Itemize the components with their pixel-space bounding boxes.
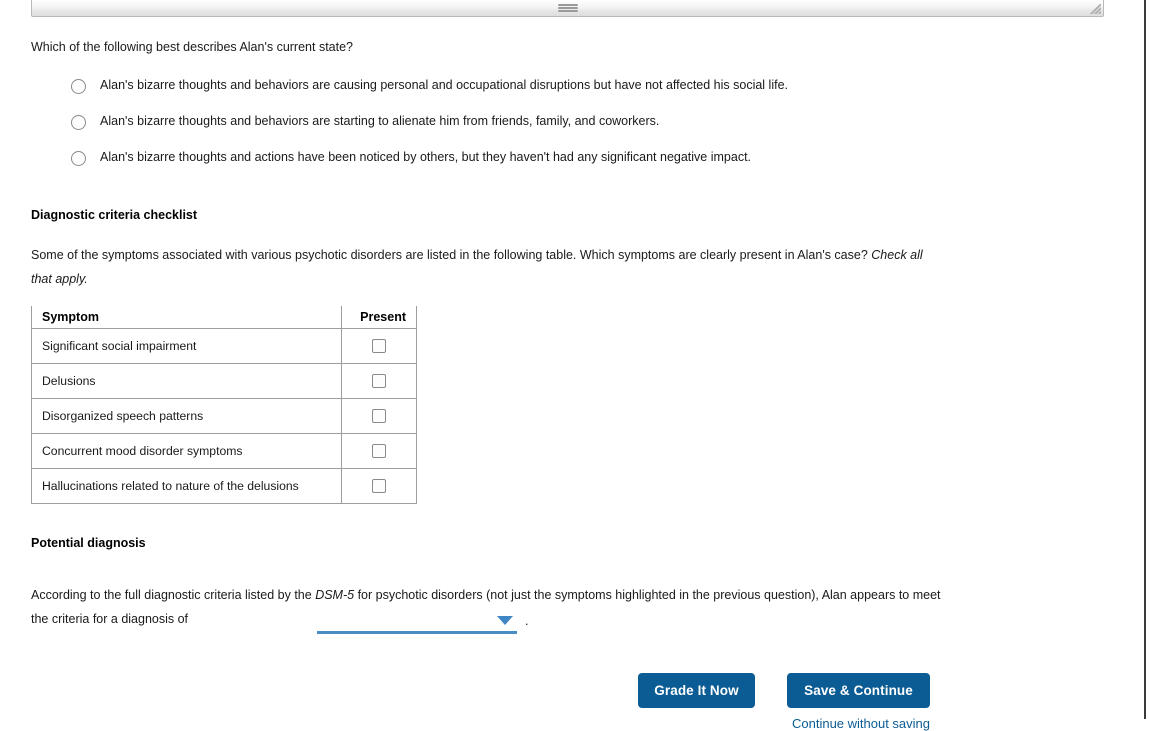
radio-option-2[interactable]: Alan's bizarre thoughts and behaviors ar… bbox=[71, 113, 1071, 149]
radio-option-group: Alan's bizarre thoughts and behaviors ar… bbox=[71, 77, 1071, 185]
symptom-table: Symptom Present Significant social impai… bbox=[31, 306, 417, 504]
question-prompt: Which of the following best describes Al… bbox=[31, 40, 353, 54]
symptom-label: Concurrent mood disorder symptoms bbox=[31, 433, 342, 469]
section-heading-diagnosis: Potential diagnosis bbox=[31, 536, 146, 550]
radio-option-label: Alan's bizarre thoughts and actions have… bbox=[100, 150, 752, 164]
continue-without-saving-link[interactable]: Continue without saving bbox=[786, 716, 936, 731]
dsm5-reference: DSM-5 bbox=[315, 588, 355, 602]
save-and-continue-button[interactable]: Save & Continue bbox=[787, 673, 930, 708]
symptom-checkbox-cell[interactable] bbox=[341, 328, 417, 364]
horizontal-grip-icon[interactable] bbox=[557, 4, 578, 12]
table-header-row: Symptom Present bbox=[31, 306, 417, 329]
table-row: Disorganized speech patterns bbox=[31, 398, 417, 434]
radio-option-3[interactable]: Alan's bizarre thoughts and actions have… bbox=[71, 149, 1071, 185]
radio-option-label: Alan's bizarre thoughts and behaviors ar… bbox=[100, 114, 660, 128]
table-row: Hallucinations related to nature of the … bbox=[31, 468, 417, 504]
table-row: Significant social impairment bbox=[31, 328, 417, 364]
grade-it-now-button[interactable]: Grade It Now bbox=[638, 673, 755, 708]
radio-button-icon[interactable] bbox=[71, 151, 86, 166]
question-content-area: Which of the following best describes Al… bbox=[0, 17, 1144, 731]
checklist-instructions-text: Some of the symptoms associated with var… bbox=[31, 248, 872, 262]
section-heading-checklist: Diagnostic criteria checklist bbox=[31, 208, 198, 222]
right-edge-divider bbox=[1144, 0, 1146, 719]
symptom-checkbox-cell[interactable] bbox=[341, 433, 417, 469]
diagnosis-paragraph-part1: According to the full diagnostic criteri… bbox=[31, 588, 316, 602]
radio-button-icon[interactable] bbox=[71, 79, 86, 94]
checkbox-icon[interactable] bbox=[372, 374, 386, 389]
horizontal-scrollbar[interactable] bbox=[31, 0, 1104, 17]
table-row: Concurrent mood disorder symptoms bbox=[31, 433, 417, 469]
diagnosis-dropdown[interactable] bbox=[317, 609, 517, 634]
radio-button-icon[interactable] bbox=[71, 115, 86, 130]
sentence-period: . bbox=[525, 614, 529, 628]
checkbox-icon[interactable] bbox=[372, 444, 386, 459]
radio-option-1[interactable]: Alan's bizarre thoughts and behaviors ar… bbox=[71, 77, 1071, 113]
table-row: Delusions bbox=[31, 363, 417, 399]
symptom-checkbox-cell[interactable] bbox=[341, 363, 417, 399]
column-header-present: Present bbox=[341, 306, 417, 329]
checklist-instructions: Some of the symptoms associated with var… bbox=[31, 243, 931, 291]
symptom-label: Significant social impairment bbox=[31, 328, 342, 364]
column-header-symptom: Symptom bbox=[31, 306, 342, 329]
checkbox-icon[interactable] bbox=[372, 339, 386, 354]
checkbox-icon[interactable] bbox=[372, 479, 386, 494]
symptom-label: Hallucinations related to nature of the … bbox=[31, 468, 342, 504]
checkbox-icon[interactable] bbox=[372, 409, 386, 424]
symptom-label: Disorganized speech patterns bbox=[31, 398, 342, 434]
diagnosis-dropdown-value bbox=[317, 612, 319, 626]
resize-grip-icon[interactable] bbox=[1090, 3, 1101, 14]
symptom-checkbox-cell[interactable] bbox=[341, 398, 417, 434]
symptom-checkbox-cell[interactable] bbox=[341, 468, 417, 504]
symptom-label: Delusions bbox=[31, 363, 342, 399]
chevron-down-icon[interactable] bbox=[497, 616, 513, 625]
radio-option-label: Alan's bizarre thoughts and behaviors ar… bbox=[100, 78, 789, 92]
